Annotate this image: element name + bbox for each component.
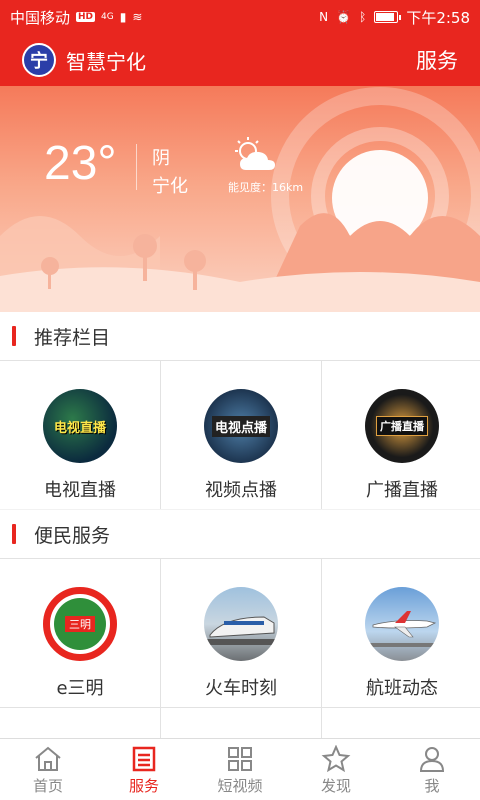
airplane-icon: [365, 587, 439, 661]
radio-live-badge: 广播直播: [376, 416, 428, 436]
grid-item-partial[interactable]: [0, 708, 160, 738]
section-accent-bar: [12, 326, 16, 346]
weather-divider: [136, 144, 137, 190]
section-title: 便民服务: [34, 524, 111, 547]
e-sanming-badge: 三明: [65, 616, 95, 632]
grid-item-label: e三明: [56, 678, 104, 699]
discover-icon: [321, 745, 351, 773]
status-bar: 中国移动 HD 4G ▮ ≋ N ⏰ ᛒ 下午2:58: [0, 0, 480, 34]
weather-banner[interactable]: 23° 阴 宁化 能见度：16km: [0, 86, 480, 312]
grid-item-video-on-demand[interactable]: 电视点播 视频点播: [161, 361, 321, 509]
grid-item-label: 视频点播: [205, 480, 277, 501]
visibility-text: 能见度：16km: [228, 181, 304, 194]
tab-discover[interactable]: 发现: [288, 739, 384, 800]
app-title: 智慧宁化: [66, 49, 146, 74]
bottom-tab-bar: 首页 服务 短视频 发现 我: [0, 738, 480, 800]
train-icon: [204, 587, 278, 661]
app-header: 宁 智慧宁化 服务: [0, 34, 480, 86]
nfc-icon: N: [319, 10, 329, 24]
tab-short-video[interactable]: 短视频: [192, 739, 288, 800]
battery-icon: [374, 11, 402, 23]
carrier-text: 中国移动: [10, 8, 71, 27]
grid-item-radio-live[interactable]: 广播直播 广播直播: [322, 361, 480, 509]
signal-icon: ▮: [119, 10, 127, 24]
section-header-recommended: 推荐栏目: [0, 312, 480, 360]
tab-home[interactable]: 首页: [0, 739, 96, 800]
tab-label: 首页: [32, 777, 63, 795]
logo-char: 宁: [30, 51, 48, 72]
grid-item-e-sanming[interactable]: 三明 e三明: [0, 559, 160, 707]
services-grid: 三明 e三明 火车时刻 航班动态: [0, 558, 480, 738]
tab-me[interactable]: 我: [384, 739, 480, 800]
grid-item-label: 电视直播: [44, 480, 116, 501]
landscape-illustration: [0, 87, 480, 312]
grid-item-partial[interactable]: [161, 708, 321, 738]
tab-label: 我: [424, 777, 440, 795]
grid-item-label: 火车时刻: [205, 678, 277, 699]
airplane-graphic: [365, 611, 439, 647]
section-accent-bar: [12, 524, 16, 544]
tv-live-badge: 电视直播: [53, 420, 106, 436]
cloudy-sun-icon: [235, 137, 275, 170]
video-on-demand-icon: 电视点播: [204, 389, 278, 463]
home-icon: [35, 746, 61, 771]
grid-item-train-schedule[interactable]: 火车时刻: [161, 559, 321, 707]
network-type: 4G: [101, 12, 114, 22]
grid-item-label: 航班动态: [366, 678, 438, 699]
grid-icon: [228, 747, 252, 771]
bluetooth-icon: ᛒ: [359, 10, 367, 24]
wifi-icon: ≋: [132, 10, 143, 24]
recommended-grid: 电视直播 电视直播 电视点播 视频点播 广播直播 广播直播: [0, 360, 480, 509]
grid-item-flight-status[interactable]: 航班动态: [322, 559, 480, 707]
radio-live-icon: 广播直播: [365, 389, 439, 463]
user-icon: [419, 747, 445, 772]
tab-service[interactable]: 服务: [96, 739, 192, 800]
temperature-value: 23°: [44, 137, 117, 190]
alarm-icon: ⏰: [336, 10, 352, 24]
tv-live-icon: 电视直播: [43, 389, 117, 463]
grid-item-label: 广播直播: [366, 480, 438, 501]
service-header-link[interactable]: 服务: [416, 45, 458, 75]
hd-badge: HD: [76, 12, 96, 22]
section-header-services: 便民服务: [0, 510, 480, 558]
tab-label: 发现: [320, 777, 351, 795]
weather-city: 宁化: [152, 176, 188, 197]
grid-item-partial[interactable]: [322, 708, 480, 738]
e-sanming-inner: 三明: [54, 598, 106, 650]
weather-condition: 阴: [152, 148, 170, 169]
train-graphic: [204, 616, 278, 645]
clock-text: 下午2:58: [406, 8, 470, 27]
tab-label: 短视频: [217, 777, 263, 795]
video-on-demand-badge: 电视点播: [211, 415, 270, 437]
grid-item-tv-live[interactable]: 电视直播 电视直播: [0, 361, 160, 509]
e-sanming-icon: 三明: [43, 587, 117, 661]
service-icon: [132, 746, 156, 772]
tab-label: 服务: [128, 777, 159, 795]
app-logo: 宁: [22, 43, 56, 77]
section-title: 推荐栏目: [34, 326, 111, 349]
